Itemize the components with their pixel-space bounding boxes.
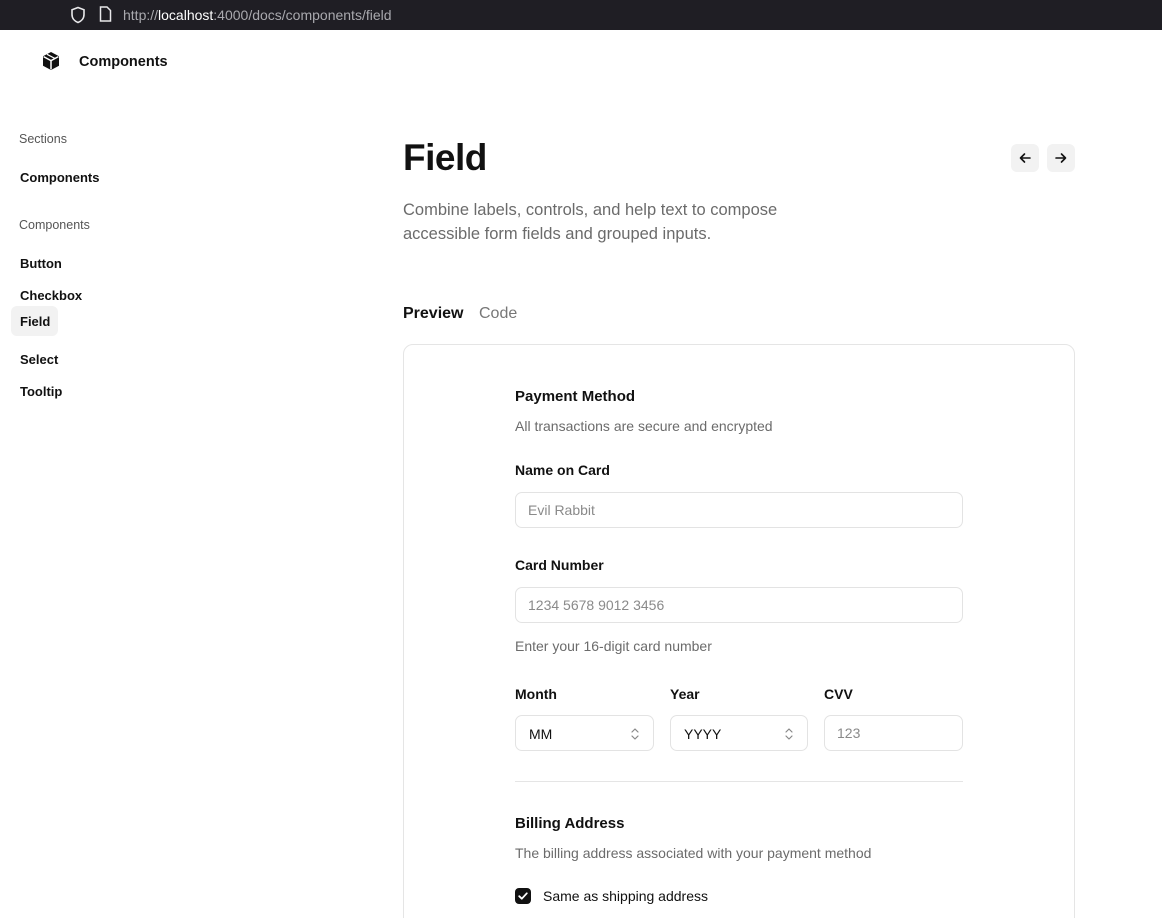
chevron-up-down-icon <box>785 728 793 740</box>
next-page-button[interactable] <box>1047 144 1075 172</box>
shield-icon[interactable] <box>70 6 86 24</box>
payment-method-description: All transactions are secure and encrypte… <box>515 418 773 434</box>
check-icon <box>518 892 528 900</box>
cvv-input[interactable] <box>824 715 963 751</box>
page-title: Field <box>403 137 487 178</box>
sidebar-item-components[interactable]: Components <box>11 162 99 192</box>
billing-address-legend: Billing Address <box>515 815 625 832</box>
name-on-card-input[interactable] <box>515 492 963 528</box>
same-as-shipping-checkbox[interactable] <box>515 888 531 904</box>
app-name[interactable]: Components <box>79 54 168 70</box>
sidebar-item-tooltip[interactable]: Tooltip <box>11 376 62 406</box>
page-icon <box>99 6 112 22</box>
previous-page-button[interactable] <box>1011 144 1039 172</box>
month-label: Month <box>515 686 557 702</box>
url-host: localhost <box>158 7 214 23</box>
app-header: Components <box>0 30 1162 94</box>
billing-address-description: The billing address associated with your… <box>515 845 872 861</box>
sidebar-item-select[interactable]: Select <box>11 344 59 374</box>
year-label: Year <box>670 686 700 702</box>
sidebar-heading-components: Components <box>19 218 90 232</box>
year-select[interactable]: YYYY <box>670 715 808 751</box>
chevron-up-down-icon <box>631 728 639 740</box>
box-icon[interactable] <box>40 50 62 72</box>
year-select-value: YYYY <box>684 726 722 742</box>
arrow-left-icon <box>1019 153 1031 163</box>
arrow-right-icon <box>1055 153 1067 163</box>
url-path: :4000/docs/components/field <box>213 7 392 23</box>
sidebar-heading-sections: Sections <box>19 132 67 146</box>
payment-method-legend: Payment Method <box>515 388 636 405</box>
browser-url-bar: http://localhost:4000/docs/components/fi… <box>0 0 1162 30</box>
sidebar-item-button[interactable]: Button <box>11 248 62 278</box>
name-on-card-label: Name on Card <box>515 462 610 478</box>
month-select-value: MM <box>529 726 553 742</box>
card-number-help: Enter your 16-digit card number <box>515 638 712 654</box>
card-number-input[interactable] <box>515 587 963 623</box>
tab-preview[interactable]: Preview <box>403 305 463 323</box>
section-divider <box>515 781 963 782</box>
page-description: Combine labels, controls, and help text … <box>403 201 778 243</box>
cvv-label: CVV <box>824 686 853 702</box>
month-select[interactable]: MM <box>515 715 654 751</box>
tab-code[interactable]: Code <box>479 305 517 323</box>
card-number-label: Card Number <box>515 557 604 573</box>
url-text[interactable]: http://localhost:4000/docs/components/fi… <box>123 7 392 23</box>
url-scheme: http:// <box>123 7 159 23</box>
same-as-shipping-label[interactable]: Same as shipping address <box>543 888 708 904</box>
sidebar-item-field[interactable]: Field <box>11 306 58 336</box>
